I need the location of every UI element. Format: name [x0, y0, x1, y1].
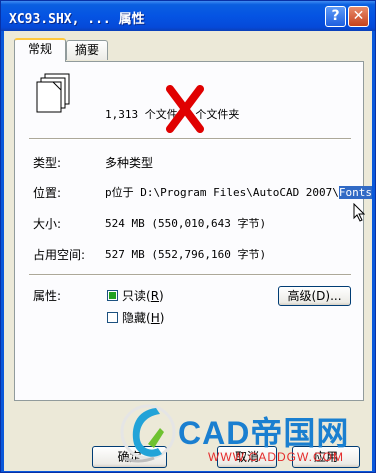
advanced-button[interactable]: 高级(D)...: [278, 286, 351, 306]
properties-window: XC93.SHX, ... 属性 ? ✕ 常规 摘要 1,313 个文件， 个文…: [0, 0, 376, 473]
readonly-option[interactable]: 只读(R): [122, 287, 164, 304]
readonly-accelerator: R: [150, 289, 160, 303]
location-label: 位置:: [33, 186, 62, 200]
watermark-brand: CAD帝国网: [178, 415, 350, 451]
type-value: 多种类型: [105, 156, 154, 170]
hidden-checkbox[interactable]: [107, 312, 118, 323]
tab-general[interactable]: 常规: [14, 38, 66, 62]
separator: [29, 274, 351, 276]
mouse-cursor-icon: [353, 203, 365, 222]
hidden-option[interactable]: 隐藏(H): [122, 309, 164, 326]
readonly-checkbox[interactable]: [107, 290, 118, 301]
separator: [29, 138, 351, 140]
close-button[interactable]: ✕: [348, 6, 369, 27]
hidden-label: 隐藏: [122, 311, 147, 325]
location-path: p位于 D:\Program Files\AutoCAD 2007\: [105, 186, 339, 199]
attributes-label: 属性:: [33, 289, 62, 303]
window-title: XC93.SHX, ... 属性: [9, 12, 145, 27]
readonly-label: 只读: [122, 289, 147, 303]
size-value: 524 MB (550,010,643 字节): [105, 217, 267, 230]
red-x-mark-icon: [166, 85, 204, 133]
hidden-accelerator: H: [150, 311, 160, 325]
location-value: p位于 D:\Program Files\AutoCAD 2007\Fonts: [105, 184, 373, 200]
tab-summary[interactable]: 摘要: [66, 40, 108, 60]
help-button[interactable]: ?: [325, 6, 346, 27]
multiple-files-icon: [36, 73, 70, 113]
disk-size-value: 527 MB (552,796,160 字节): [105, 248, 267, 261]
location-selection[interactable]: Fonts: [338, 186, 373, 199]
title-bar[interactable]: XC93.SHX, ... 属性 ? ✕: [1, 1, 375, 31]
cad-logo-icon: [120, 404, 176, 463]
type-label: 类型:: [33, 156, 62, 170]
size-label: 大小:: [33, 217, 62, 231]
dialog-client: 常规 摘要 1,313 个文件， 个文件夹 类型: 多种类型 位置: p位于 D…: [4, 31, 373, 471]
disk-size-label: 占用空间:: [33, 248, 86, 262]
watermark-url: WWW.CADDGW.COM: [208, 450, 344, 464]
